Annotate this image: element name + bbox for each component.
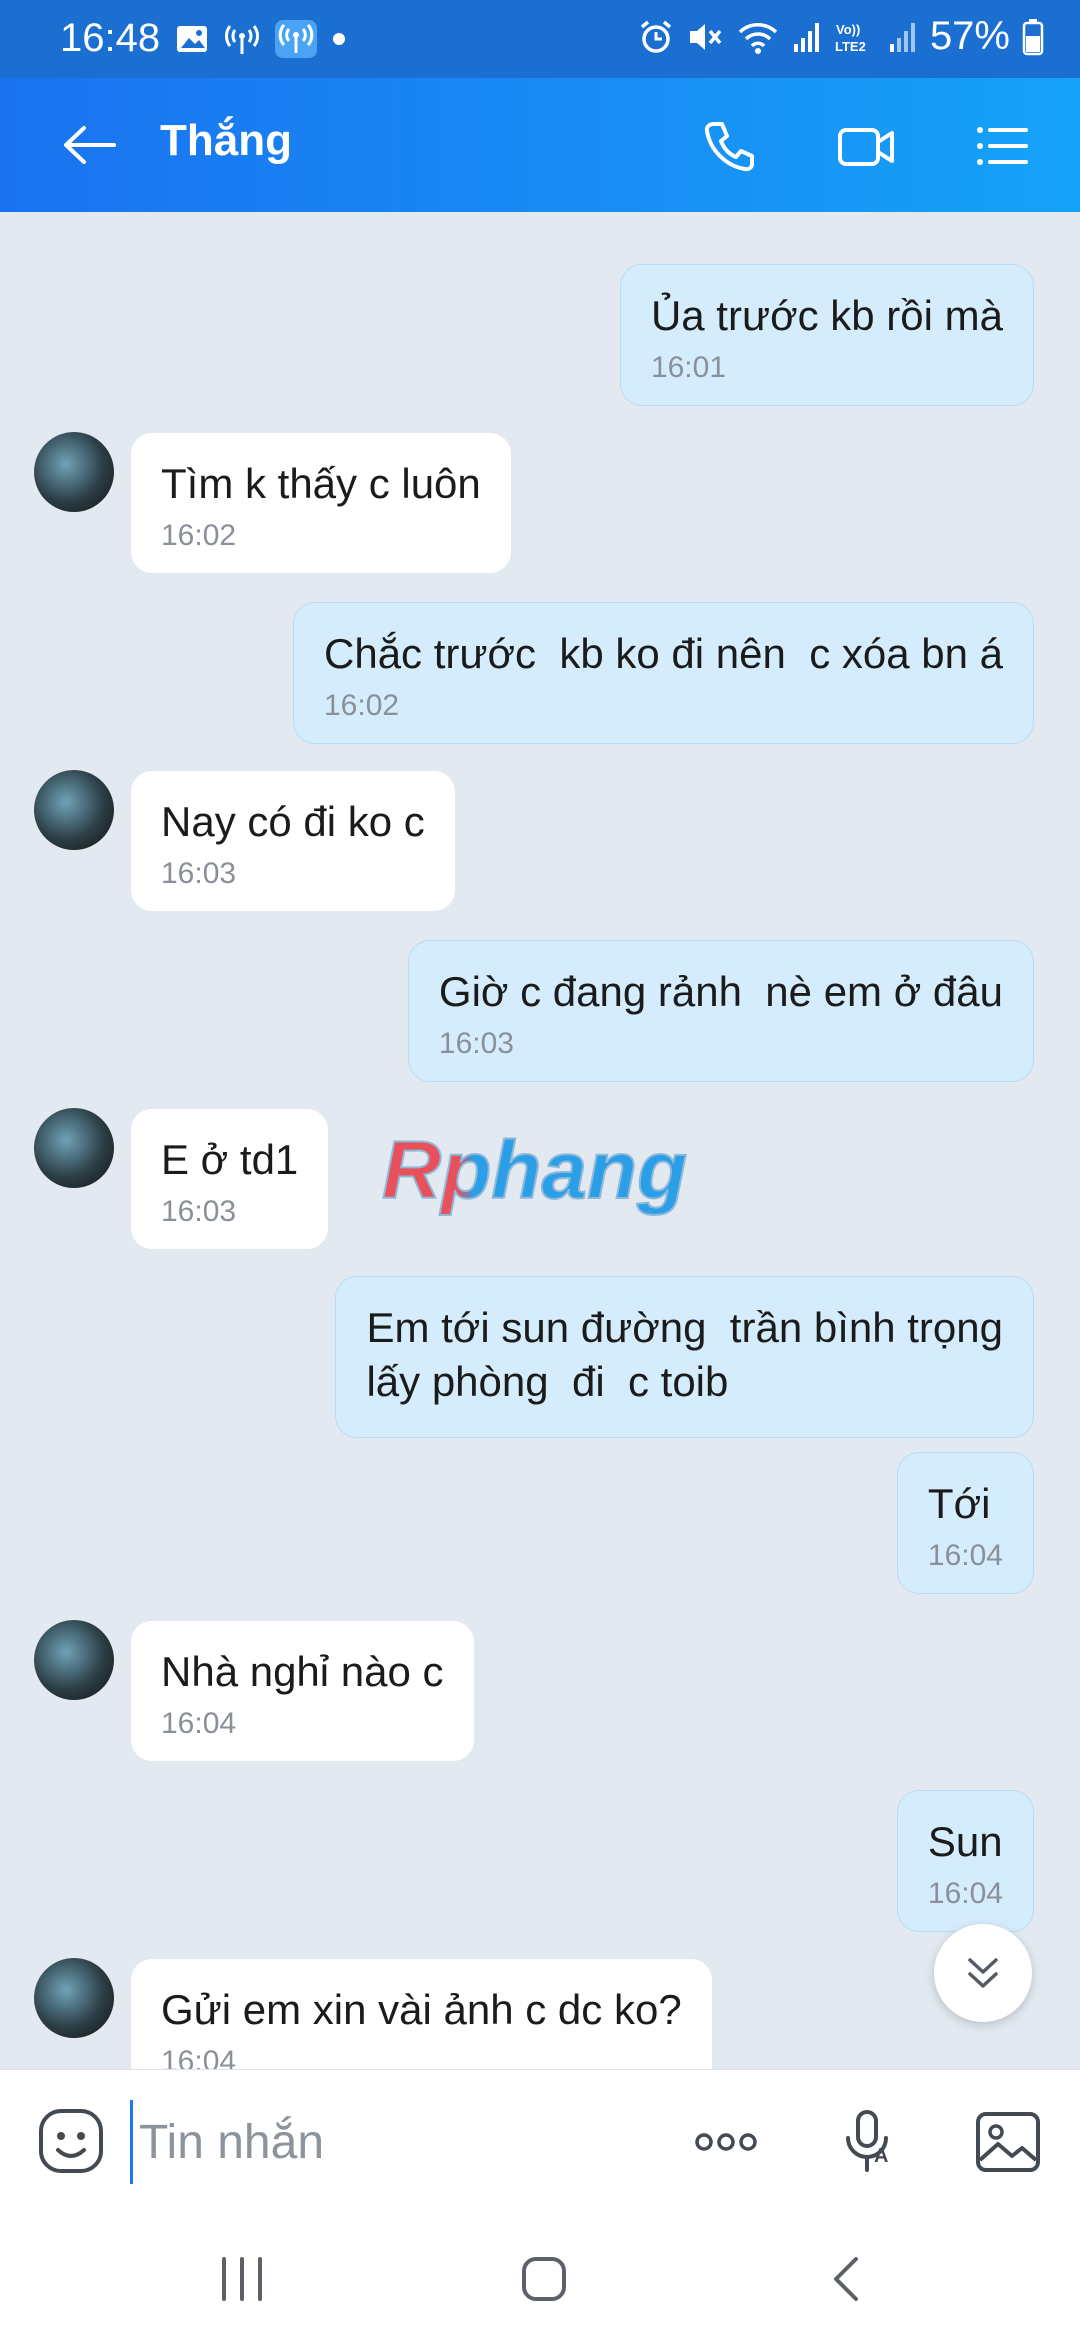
status-bar: 16:48 Vo)) LTE2 57% (0, 0, 1080, 78)
recents-icon[interactable] (212, 2249, 272, 2309)
avatar[interactable] (34, 432, 114, 512)
status-time: 16:48 (60, 16, 161, 60)
message-time: 16:03 (161, 857, 237, 890)
watermark-text: Rphang (382, 1125, 687, 1216)
phone-icon[interactable] (700, 116, 760, 176)
message-incoming[interactable]: Gửi em xin vài ảnh c dc ko? 16:04 (130, 1958, 713, 2069)
menu-list-icon[interactable] (972, 116, 1032, 176)
more-icon[interactable] (690, 2106, 762, 2178)
message-text: Nay có đi ko c (161, 798, 425, 845)
message-input-bar: A (0, 2069, 1080, 2213)
message-time: 16:02 (324, 689, 400, 722)
message-time: 16:04 (161, 2045, 237, 2069)
volte-icon: Vo)) LTE2 (835, 22, 866, 54)
message-text: Ủa trước kb rồi mà (650, 292, 1003, 339)
message-input[interactable] (130, 2100, 650, 2184)
watermark-logo: Rphang (381, 1124, 688, 1217)
video-call-icon[interactable] (836, 116, 896, 176)
svg-text:LTE2: LTE2 (835, 39, 866, 54)
message-incoming[interactable]: E ở td1 16:03 (130, 1108, 330, 1250)
voice-text-icon[interactable]: A (834, 2106, 906, 2178)
message-outgoing[interactable]: Tới 16:04 (896, 1452, 1034, 1594)
message-text: Nhà nghỉ nào c (161, 1648, 444, 1695)
message-outgoing[interactable]: Sun 16:04 (896, 1790, 1034, 1932)
message-text: Em tới sun đường trần bình trọng lấy phò… (366, 1304, 1003, 1405)
emoji-icon[interactable] (36, 2106, 106, 2176)
message-outgoing[interactable]: Chắc trước kb ko đi nên c xóa bn á 16:02 (293, 602, 1034, 744)
message-time: 16:04 (161, 1707, 237, 1740)
status-right-icons: Vo)) LTE2 57% (638, 14, 1044, 59)
svg-text:A: A (874, 2145, 888, 2167)
message-text: Gửi em xin vài ảnh c dc ko? (161, 1986, 682, 2033)
message-outgoing[interactable]: Giờ c đang rảnh nè em ở đâu 16:03 (407, 940, 1034, 1082)
contact-name[interactable]: Thắng (160, 116, 292, 166)
avatar[interactable] (34, 770, 114, 850)
chat-header: Thắng (0, 78, 1080, 212)
message-time: 16:04 (927, 1877, 1003, 1910)
mute-icon (689, 23, 722, 50)
message-time: 16:01 (650, 351, 727, 384)
gallery-icon (177, 26, 207, 52)
message-incoming[interactable]: Tìm k thấy c luôn 16:02 (130, 432, 512, 574)
message-time: 16:03 (161, 1195, 237, 1228)
avatar[interactable] (34, 1108, 114, 1188)
battery-percent: 57% (929, 14, 1010, 58)
message-text: Tới (927, 1480, 991, 1527)
hotspot-active-icon (275, 20, 317, 58)
home-icon[interactable] (514, 2249, 574, 2309)
message-outgoing[interactable]: Ủa trước kb rồi mà 16:01 (619, 264, 1034, 406)
system-nav-bar (0, 2213, 1080, 2340)
alarm-icon (640, 20, 672, 53)
message-text: Giờ c đang rảnh nè em ở đâu (438, 968, 1003, 1015)
dot-icon (333, 33, 345, 45)
message-outgoing[interactable]: Em tới sun đường trần bình trọng lấy phò… (335, 1276, 1034, 1438)
hotspot-icon (225, 25, 259, 54)
message-incoming[interactable]: Nay có đi ko c 16:03 (130, 770, 456, 912)
scroll-down-button[interactable] (934, 1924, 1032, 2022)
chevron-double-down-icon (968, 1958, 998, 1988)
avatar[interactable] (34, 1958, 114, 2038)
svg-text:Vo)): Vo)) (836, 22, 860, 37)
message-incoming[interactable]: Nhà nghỉ nào c 16:04 (130, 1620, 475, 1762)
message-time: 16:03 (438, 1027, 514, 1060)
image-icon[interactable] (972, 2106, 1044, 2178)
message-time: 16:04 (927, 1539, 1003, 1572)
back-arrow-icon[interactable] (60, 120, 120, 170)
message-text: Sun (927, 1818, 1003, 1865)
status-left-icons (175, 20, 347, 58)
avatar[interactable] (34, 1620, 114, 1700)
message-text: Tìm k thấy c luôn (161, 460, 481, 507)
nav-back-icon[interactable] (818, 2249, 878, 2309)
message-text: Chắc trước kb ko đi nên c xóa bn á (324, 630, 1003, 677)
battery-icon (1022, 18, 1044, 55)
message-time: 16:02 (161, 519, 237, 552)
signal-icon (889, 22, 915, 52)
wifi-icon (738, 22, 778, 54)
signal-icon (793, 22, 819, 52)
message-text: E ở td1 (161, 1136, 299, 1183)
